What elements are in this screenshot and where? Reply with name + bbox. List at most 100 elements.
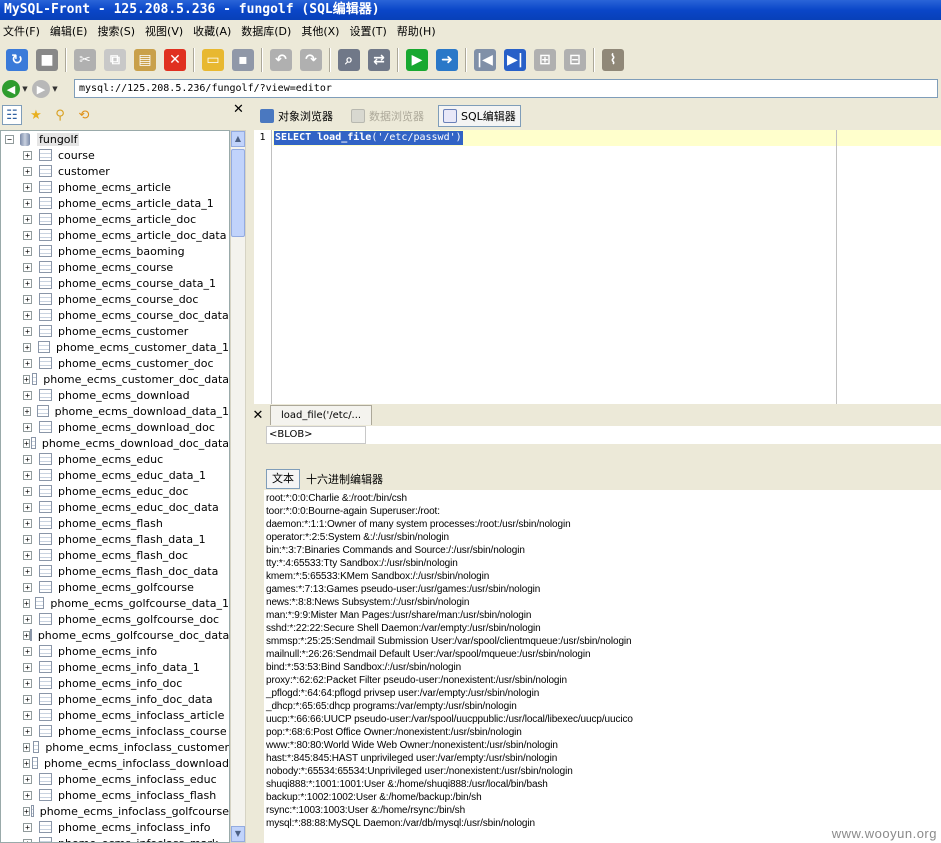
- expand-icon[interactable]: +: [23, 822, 32, 832]
- expand-icon[interactable]: +: [23, 502, 32, 512]
- expand-icon[interactable]: +: [23, 262, 32, 272]
- collapse-icon[interactable]: −: [5, 134, 14, 144]
- tree-view-icon[interactable]: ☷: [2, 105, 22, 125]
- menu-item[interactable]: 搜索(S): [94, 22, 142, 42]
- expand-icon[interactable]: +: [23, 582, 32, 592]
- tree-table-item[interactable]: + phome_ecms_info: [1, 643, 229, 659]
- tree-table-item[interactable]: + phome_ecms_golfcourse_doc_data: [1, 627, 229, 643]
- tree-table-item[interactable]: + phome_ecms_info_doc: [1, 675, 229, 691]
- expand-icon[interactable]: +: [23, 598, 30, 608]
- expand-icon[interactable]: +: [23, 646, 32, 656]
- tree-table-item[interactable]: + phome_ecms_golfcourse_doc: [1, 611, 229, 627]
- close-navigator-icon[interactable]: ✕: [233, 102, 244, 117]
- expand-icon[interactable]: +: [23, 694, 32, 704]
- cancel-button[interactable]: ⊟: [560, 46, 590, 74]
- tree-table-item[interactable]: + phome_ecms_infoclass_course: [1, 723, 229, 739]
- tree-table-item[interactable]: + phome_ecms_infoclass_flash: [1, 787, 229, 803]
- undo-button[interactable]: ↶: [266, 46, 296, 74]
- copy-button[interactable]: ⧉: [100, 46, 130, 74]
- tab-data-browser[interactable]: 数据浏览器: [347, 106, 428, 126]
- save-button[interactable]: ▪: [228, 46, 258, 74]
- forward-icon[interactable]: ▶: [32, 80, 50, 98]
- tree-table-item[interactable]: + phome_ecms_article_data_1: [1, 195, 229, 211]
- tree-table-item[interactable]: + phome_ecms_course: [1, 259, 229, 275]
- tree-scrollbar[interactable]: ▲ ▼: [230, 130, 246, 843]
- expand-icon[interactable]: +: [23, 710, 32, 720]
- expand-icon[interactable]: +: [23, 438, 30, 448]
- tree-table-item[interactable]: + phome_ecms_article: [1, 179, 229, 195]
- expand-icon[interactable]: +: [23, 310, 32, 320]
- find-button[interactable]: ⌕: [334, 46, 364, 74]
- tree-table-item[interactable]: + phome_ecms_download_doc_data: [1, 435, 229, 451]
- tree-table-item[interactable]: + phome_ecms_info_data_1: [1, 659, 229, 675]
- sql-statement[interactable]: SELECT load_file('/etc/passwd'): [274, 131, 463, 145]
- result-column-header[interactable]: load_file('/etc/...: [270, 405, 373, 425]
- menu-item[interactable]: 设置(T): [346, 22, 393, 42]
- menu-item[interactable]: 帮助(H): [394, 22, 443, 42]
- tree-table-item[interactable]: + phome_ecms_golfcourse: [1, 579, 229, 595]
- expand-icon[interactable]: +: [23, 726, 32, 736]
- expand-icon[interactable]: +: [23, 166, 32, 176]
- address-input[interactable]: mysql://125.208.5.236/fungolf/?view=edit…: [74, 79, 938, 98]
- delete-button[interactable]: ✕: [160, 46, 190, 74]
- expand-icon[interactable]: +: [23, 838, 32, 842]
- expand-icon[interactable]: +: [23, 230, 32, 240]
- scroll-up-icon[interactable]: ▲: [231, 131, 245, 147]
- expand-icon[interactable]: +: [23, 662, 32, 672]
- tree-table-item[interactable]: + phome_ecms_flash_data_1: [1, 531, 229, 547]
- blob-text-viewer[interactable]: root:*:0:0:Charlie &:/root:/bin/csh toor:…: [264, 490, 941, 843]
- hex-editor-tab[interactable]: 十六进制编辑器: [306, 471, 383, 487]
- expand-icon[interactable]: +: [23, 470, 32, 480]
- menu-item[interactable]: 收藏(A): [190, 22, 238, 42]
- history-icon[interactable]: ⚲: [50, 105, 70, 125]
- tree-table-item[interactable]: + phome_ecms_download_doc: [1, 419, 229, 435]
- tree-table-item[interactable]: + phome_ecms_course_data_1: [1, 275, 229, 291]
- expand-icon[interactable]: +: [23, 390, 32, 400]
- expand-icon[interactable]: +: [23, 294, 32, 304]
- run-button[interactable]: ▶: [402, 46, 432, 74]
- tree-table-item[interactable]: + phome_ecms_infoclass_download: [1, 755, 229, 771]
- tree-table-item[interactable]: + phome_ecms_article_doc: [1, 211, 229, 227]
- tab-object-browser[interactable]: 对象浏览器: [256, 106, 337, 126]
- forward-dropdown-icon[interactable]: ▼: [50, 85, 60, 93]
- sql-history-icon[interactable]: ⟲: [74, 105, 94, 125]
- paste-button[interactable]: ▤: [130, 46, 160, 74]
- expand-icon[interactable]: +: [23, 214, 32, 224]
- expand-icon[interactable]: +: [23, 246, 32, 256]
- text-view-button[interactable]: 文本: [266, 469, 300, 489]
- redo-button[interactable]: ↷: [296, 46, 326, 74]
- tree-table-item[interactable]: + phome_ecms_flash_doc: [1, 547, 229, 563]
- open-button[interactable]: ▭: [198, 46, 228, 74]
- tree-table-item[interactable]: + phome_ecms_customer_doc: [1, 355, 229, 371]
- menu-item[interactable]: 其他(X): [298, 22, 346, 42]
- tree-table-item[interactable]: + phome_ecms_infoclass_info: [1, 819, 229, 835]
- tree-table-item[interactable]: + phome_ecms_info_doc_data: [1, 691, 229, 707]
- tree-table-item[interactable]: + phome_ecms_flash: [1, 515, 229, 531]
- expand-icon[interactable]: +: [23, 678, 32, 688]
- sql-editor[interactable]: 1 SELECT load_file('/etc/passwd'): [254, 130, 941, 404]
- stop-button[interactable]: ■: [32, 46, 62, 74]
- tree-table-item[interactable]: + phome_ecms_educ_data_1: [1, 467, 229, 483]
- tree-table-item[interactable]: + phome_ecms_infoclass_mark: [1, 835, 229, 842]
- expand-icon[interactable]: +: [23, 630, 30, 640]
- menu-item[interactable]: 文件(F): [0, 22, 47, 42]
- expand-icon[interactable]: +: [23, 790, 32, 800]
- result-cell[interactable]: <BLOB>: [266, 426, 366, 444]
- tree-table-item[interactable]: + phome_ecms_infoclass_customer: [1, 739, 229, 755]
- tree-table-item[interactable]: + phome_ecms_flash_doc_data: [1, 563, 229, 579]
- menu-item[interactable]: 编辑(E): [47, 22, 95, 42]
- expand-icon[interactable]: +: [23, 550, 32, 560]
- tree-table-item[interactable]: + phome_ecms_article_doc_data: [1, 227, 229, 243]
- expand-icon[interactable]: +: [23, 774, 32, 784]
- expand-icon[interactable]: +: [23, 278, 32, 288]
- expand-icon[interactable]: +: [23, 566, 32, 576]
- tree-table-item[interactable]: + phome_ecms_customer: [1, 323, 229, 339]
- close-result-icon[interactable]: ✕: [250, 408, 266, 423]
- favorites-icon[interactable]: ★: [26, 105, 46, 125]
- back-dropdown-icon[interactable]: ▼: [20, 85, 30, 93]
- cut-button[interactable]: ✂: [70, 46, 100, 74]
- expand-icon[interactable]: +: [23, 326, 32, 336]
- expand-icon[interactable]: +: [23, 614, 32, 624]
- run-selection-button[interactable]: ➜: [432, 46, 462, 74]
- expand-icon[interactable]: +: [23, 422, 32, 432]
